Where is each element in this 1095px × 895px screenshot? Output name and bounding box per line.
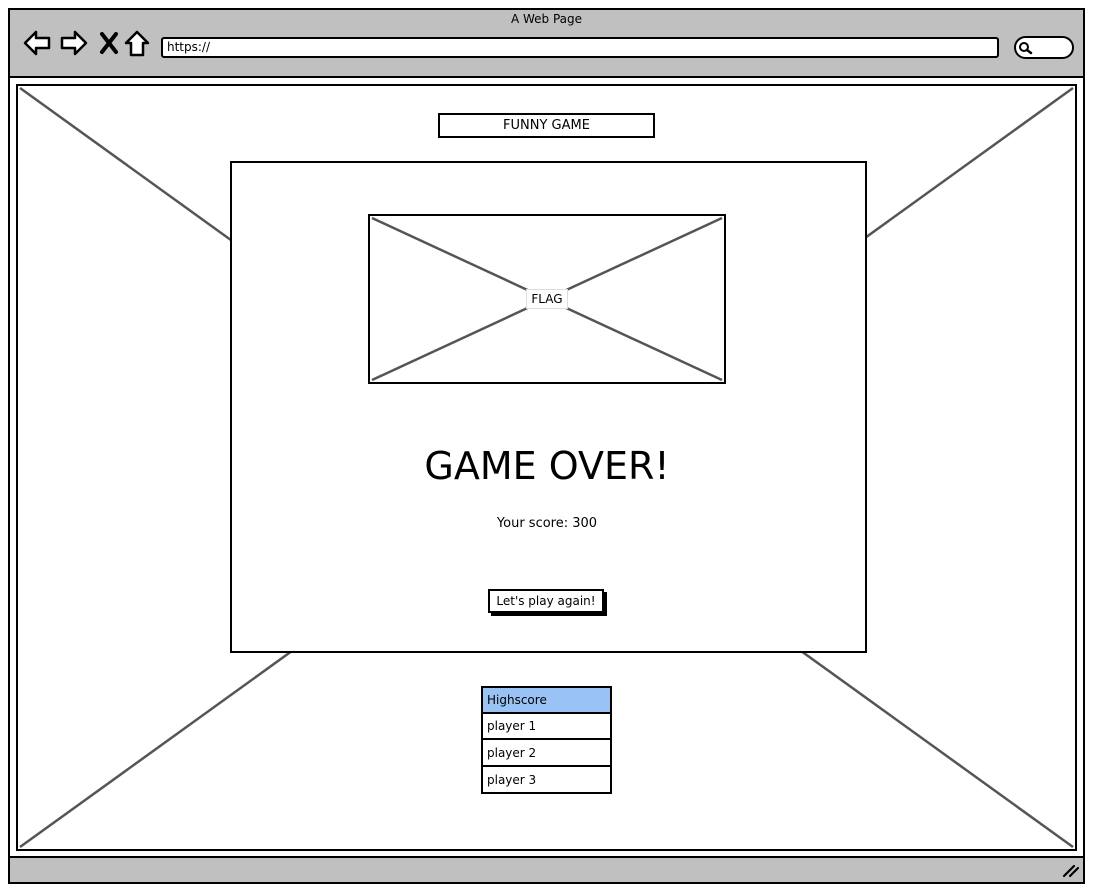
back-arrow-icon[interactable] [22,28,52,58]
highscore-row-player-3: player 3 [487,773,537,787]
score-label: Your score: [496,516,569,531]
flag-label: FLAG [526,289,568,309]
search-icon [1019,42,1033,55]
play-again-button[interactable]: Let's play again! [488,589,604,613]
game-title: FUNNY GAME [438,113,655,138]
highscore-row-player-2: player 2 [483,741,610,767]
highscore-row-player-1: player 1 [483,714,610,740]
score-text: Your score: 300 [420,516,674,532]
window-title: A Web Page [510,12,583,26]
score-value: 300 [572,516,598,531]
highscore-header: Highscore [483,688,610,714]
resize-grip-icon[interactable] [1062,862,1080,878]
forward-arrow-icon[interactable] [59,28,89,58]
home-icon[interactable] [122,28,152,58]
browser-status-bar [10,856,1083,882]
highscore-table: Highscore player 1 player 2 player 3 [481,686,612,794]
game-over-heading: GAME OVER! [424,444,670,488]
url-input[interactable]: https:// [161,37,999,58]
